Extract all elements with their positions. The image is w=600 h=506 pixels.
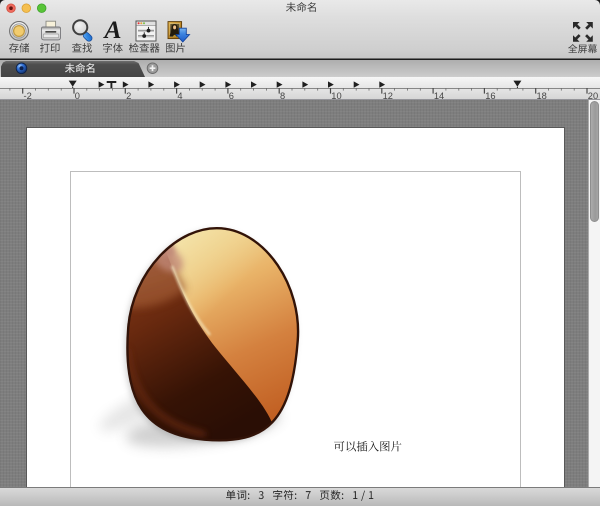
svg-text:10: 10 — [331, 91, 341, 100]
svg-text:-2: -2 — [24, 91, 32, 100]
svg-text:14: 14 — [434, 91, 444, 100]
svg-text:0: 0 — [75, 91, 80, 100]
svg-text:18: 18 — [537, 91, 547, 100]
svg-text:12: 12 — [383, 91, 393, 100]
svg-text:4: 4 — [177, 91, 182, 100]
svg-text:2: 2 — [126, 91, 131, 100]
svg-text:16: 16 — [485, 91, 495, 100]
svg-text:20: 20 — [588, 91, 598, 100]
svg-text:6: 6 — [229, 91, 234, 100]
svg-text:8: 8 — [280, 91, 285, 100]
